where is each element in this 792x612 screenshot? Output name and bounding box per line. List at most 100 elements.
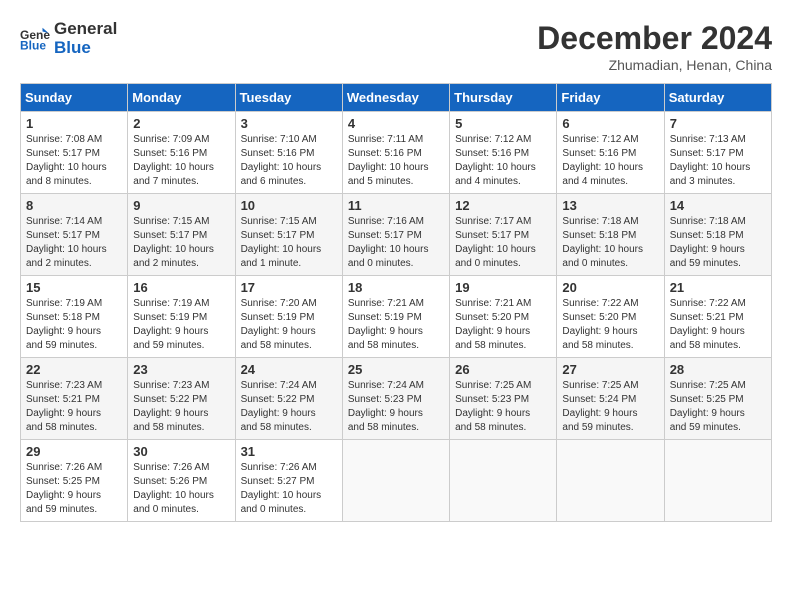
calendar-day-cell: 13Sunrise: 7:18 AM Sunset: 5:18 PM Dayli… <box>557 194 664 276</box>
calendar-day-cell: 30 Sunrise: 7:26 AM Sunset: 5:26 PM Dayli… <box>128 440 235 522</box>
calendar-day-cell: 7 Sunrise: 7:13 AM Sunset: 5:17 PM Daylig… <box>664 112 771 194</box>
title-block: December 2024 Zhumadian, Henan, China <box>537 20 772 73</box>
day-info: Sunrise: 7:23 AM Sunset: 5:21 PM Dayligh… <box>26 379 122 435</box>
day-info: Sunrise: 7:26 AM Sunset: 5:26 PM Dayligh… <box>133 461 229 517</box>
calendar-day-cell: 4 Sunrise: 7:11 AM Sunset: 5:16 PM Daylig… <box>342 112 449 194</box>
calendar-day-cell: 15Sunrise: 7:19 AM Sunset: 5:18 PM Dayli… <box>21 276 128 358</box>
calendar-day-cell <box>342 440 449 522</box>
day-number: 1 <box>26 116 122 131</box>
day-number: 10 <box>241 198 337 213</box>
calendar-day-cell: 21 Sunrise: 7:22 AM Sunset: 5:21 PM Dayli… <box>664 276 771 358</box>
day-number: 3 <box>241 116 337 131</box>
weekday-header: Thursday <box>450 84 557 112</box>
logo: General Blue General Blue <box>20 20 117 57</box>
day-number: 25 <box>348 362 444 377</box>
day-number: 21 <box>670 280 766 295</box>
day-info: Sunrise: 7:26 AM Sunset: 5:25 PM Dayligh… <box>26 461 122 517</box>
calendar-day-cell: 3 Sunrise: 7:10 AM Sunset: 5:16 PM Daylig… <box>235 112 342 194</box>
calendar-day-cell: 29 Sunrise: 7:26 AM Sunset: 5:25 PM Dayli… <box>21 440 128 522</box>
calendar-day-cell: 16 Sunrise: 7:19 AM Sunset: 5:19 PM Dayli… <box>128 276 235 358</box>
calendar-body: 1 Sunrise: 7:08 AM Sunset: 5:17 PM Daylig… <box>21 112 772 522</box>
day-info: Sunrise: 7:12 AM Sunset: 5:16 PM Dayligh… <box>455 133 551 189</box>
day-info: Sunrise: 7:11 AM Sunset: 5:16 PM Dayligh… <box>348 133 444 189</box>
calendar-day-cell: 2Sunrise: 7:09 AM Sunset: 5:16 PM Daylig… <box>128 112 235 194</box>
calendar-day-cell: 10 Sunrise: 7:15 AM Sunset: 5:17 PM Dayli… <box>235 194 342 276</box>
day-info: Sunrise: 7:25 AM Sunset: 5:24 PM Dayligh… <box>562 379 658 435</box>
calendar-day-cell <box>450 440 557 522</box>
calendar-day-cell: 28 Sunrise: 7:25 AM Sunset: 5:25 PM Dayli… <box>664 358 771 440</box>
calendar-day-cell: 12 Sunrise: 7:17 AM Sunset: 5:17 PM Dayli… <box>450 194 557 276</box>
svg-text:Blue: Blue <box>20 38 46 52</box>
location: Zhumadian, Henan, China <box>537 57 772 73</box>
calendar-week-row: 15Sunrise: 7:19 AM Sunset: 5:18 PM Dayli… <box>21 276 772 358</box>
calendar-day-cell: 9Sunrise: 7:15 AM Sunset: 5:17 PM Daylig… <box>128 194 235 276</box>
day-number: 20 <box>562 280 658 295</box>
month-title: December 2024 <box>537 20 772 57</box>
day-number: 23 <box>133 362 229 377</box>
day-number: 15 <box>26 280 122 295</box>
day-number: 6 <box>562 116 658 131</box>
day-number: 30 <box>133 444 229 459</box>
day-info: Sunrise: 7:24 AM Sunset: 5:23 PM Dayligh… <box>348 379 444 435</box>
logo-general: General <box>54 20 117 39</box>
day-info: Sunrise: 7:21 AM Sunset: 5:20 PM Dayligh… <box>455 297 551 353</box>
day-number: 18 <box>348 280 444 295</box>
day-number: 13 <box>562 198 658 213</box>
day-number: 28 <box>670 362 766 377</box>
calendar-week-row: 1 Sunrise: 7:08 AM Sunset: 5:17 PM Daylig… <box>21 112 772 194</box>
calendar-day-cell: 25 Sunrise: 7:24 AM Sunset: 5:23 PM Dayli… <box>342 358 449 440</box>
day-number: 29 <box>26 444 122 459</box>
weekday-header: Wednesday <box>342 84 449 112</box>
calendar-header-row: SundayMondayTuesdayWednesdayThursdayFrid… <box>21 84 772 112</box>
day-number: 16 <box>133 280 229 295</box>
day-info: Sunrise: 7:25 AM Sunset: 5:25 PM Dayligh… <box>670 379 766 435</box>
weekday-header: Tuesday <box>235 84 342 112</box>
day-info: Sunrise: 7:22 AM Sunset: 5:20 PM Dayligh… <box>562 297 658 353</box>
day-number: 22 <box>26 362 122 377</box>
calendar-day-cell: 24 Sunrise: 7:24 AM Sunset: 5:22 PM Dayli… <box>235 358 342 440</box>
day-number: 5 <box>455 116 551 131</box>
calendar-week-row: 22 Sunrise: 7:23 AM Sunset: 5:21 PM Dayli… <box>21 358 772 440</box>
day-info: Sunrise: 7:13 AM Sunset: 5:17 PM Dayligh… <box>670 133 766 189</box>
calendar-week-row: 29 Sunrise: 7:26 AM Sunset: 5:25 PM Dayli… <box>21 440 772 522</box>
day-number: 27 <box>562 362 658 377</box>
day-info: Sunrise: 7:16 AM Sunset: 5:17 PM Dayligh… <box>348 215 444 271</box>
day-number: 11 <box>348 198 444 213</box>
weekday-header: Monday <box>128 84 235 112</box>
day-number: 24 <box>241 362 337 377</box>
day-info: Sunrise: 7:21 AM Sunset: 5:19 PM Dayligh… <box>348 297 444 353</box>
day-info: Sunrise: 7:22 AM Sunset: 5:21 PM Dayligh… <box>670 297 766 353</box>
day-info: Sunrise: 7:24 AM Sunset: 5:22 PM Dayligh… <box>241 379 337 435</box>
day-info: Sunrise: 7:08 AM Sunset: 5:17 PM Dayligh… <box>26 133 122 189</box>
calendar-week-row: 8 Sunrise: 7:14 AM Sunset: 5:17 PM Daylig… <box>21 194 772 276</box>
day-info: Sunrise: 7:20 AM Sunset: 5:19 PM Dayligh… <box>241 297 337 353</box>
calendar-day-cell: 17Sunrise: 7:20 AM Sunset: 5:19 PM Dayli… <box>235 276 342 358</box>
weekday-header: Saturday <box>664 84 771 112</box>
page-header: General Blue General Blue December 2024 … <box>20 20 772 73</box>
day-number: 9 <box>133 198 229 213</box>
day-number: 8 <box>26 198 122 213</box>
day-info: Sunrise: 7:09 AM Sunset: 5:16 PM Dayligh… <box>133 133 229 189</box>
day-info: Sunrise: 7:17 AM Sunset: 5:17 PM Dayligh… <box>455 215 551 271</box>
day-number: 7 <box>670 116 766 131</box>
logo-blue: Blue <box>54 39 91 58</box>
day-info: Sunrise: 7:10 AM Sunset: 5:16 PM Dayligh… <box>241 133 337 189</box>
calendar-day-cell: 6Sunrise: 7:12 AM Sunset: 5:16 PM Daylig… <box>557 112 664 194</box>
weekday-header: Sunday <box>21 84 128 112</box>
calendar-table: SundayMondayTuesdayWednesdayThursdayFrid… <box>20 83 772 522</box>
calendar-day-cell: 14Sunrise: 7:18 AM Sunset: 5:18 PM Dayli… <box>664 194 771 276</box>
day-number: 4 <box>348 116 444 131</box>
calendar-day-cell: 8 Sunrise: 7:14 AM Sunset: 5:17 PM Daylig… <box>21 194 128 276</box>
day-number: 31 <box>241 444 337 459</box>
day-info: Sunrise: 7:19 AM Sunset: 5:19 PM Dayligh… <box>133 297 229 353</box>
day-number: 12 <box>455 198 551 213</box>
day-number: 19 <box>455 280 551 295</box>
day-number: 14 <box>670 198 766 213</box>
calendar-day-cell: 20 Sunrise: 7:22 AM Sunset: 5:20 PM Dayli… <box>557 276 664 358</box>
calendar-day-cell: 1 Sunrise: 7:08 AM Sunset: 5:17 PM Daylig… <box>21 112 128 194</box>
calendar-day-cell: 31Sunrise: 7:26 AM Sunset: 5:27 PM Dayli… <box>235 440 342 522</box>
day-info: Sunrise: 7:14 AM Sunset: 5:17 PM Dayligh… <box>26 215 122 271</box>
calendar-day-cell <box>557 440 664 522</box>
day-info: Sunrise: 7:15 AM Sunset: 5:17 PM Dayligh… <box>241 215 337 271</box>
day-number: 26 <box>455 362 551 377</box>
